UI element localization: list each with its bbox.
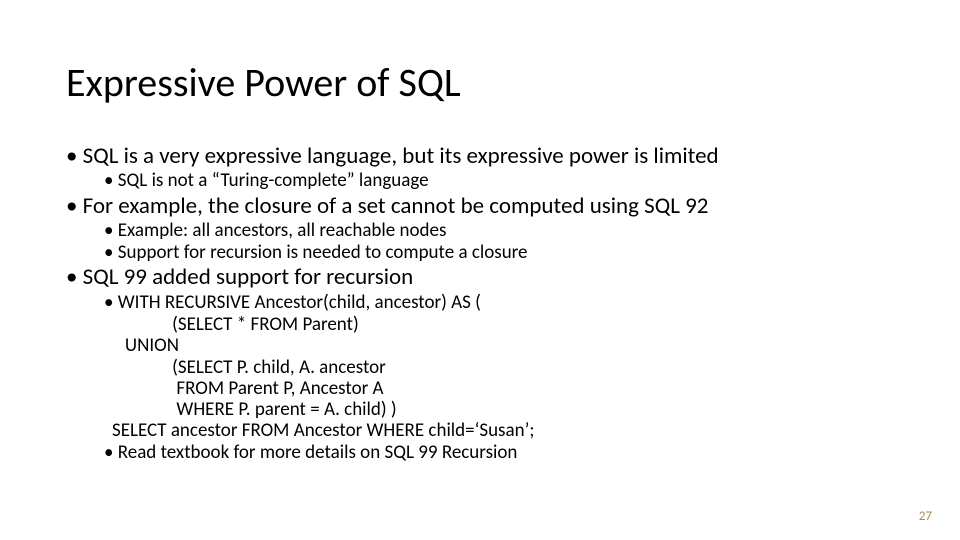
code-block: (SELECT * FROM Parent) UNION (SELECT P. … (112, 314, 894, 442)
slide-title: Expressive Power of SQL (66, 58, 894, 107)
code-line: UNION (112, 335, 894, 356)
bullet-l1: For example, the closure of a set cannot… (66, 193, 894, 265)
bullet-l2: Example: all ancestors, all reachable no… (104, 220, 894, 242)
code-line: (SELECT * FROM Parent) (112, 314, 894, 335)
bullet-text: SQL is not a “Turing-complete” language (118, 169, 429, 192)
bullet-text: SQL 99 added support for recursion (83, 263, 414, 291)
bullet-text: For example, the closure of a set cannot… (83, 192, 709, 220)
bullet-text: Read textbook for more details on SQL 99… (118, 441, 518, 464)
code-line: WHERE P. parent = A. child) ) (112, 399, 894, 420)
page-number: 27 (919, 509, 932, 524)
bullet-l1: SQL 99 added support for recursion WITH … (66, 264, 894, 464)
bullet-l2: SQL is not a “Turing-complete” language (104, 170, 894, 192)
bullet-text: WITH RECURSIVE Ancestor(child, ancestor)… (118, 291, 481, 314)
code-line: FROM Parent P, Ancestor A (112, 378, 894, 399)
bullet-text: Example: all ancestors, all reachable no… (118, 219, 447, 242)
code-line: SELECT ancestor FROM Ancestor WHERE chil… (112, 420, 894, 441)
bullet-text: Support for recursion is needed to compu… (118, 241, 528, 264)
bullet-text: SQL is a very expressive language, but i… (83, 142, 719, 170)
bullet-l2: WITH RECURSIVE Ancestor(child, ancestor)… (104, 292, 894, 442)
code-line: (SELECT P. child, A. ancestor (112, 357, 894, 378)
bullet-l1: SQL is a very expressive language, but i… (66, 143, 894, 193)
bullet-l2: Support for recursion is needed to compu… (104, 242, 894, 264)
bullet-l2: Read textbook for more details on SQL 99… (104, 442, 894, 464)
